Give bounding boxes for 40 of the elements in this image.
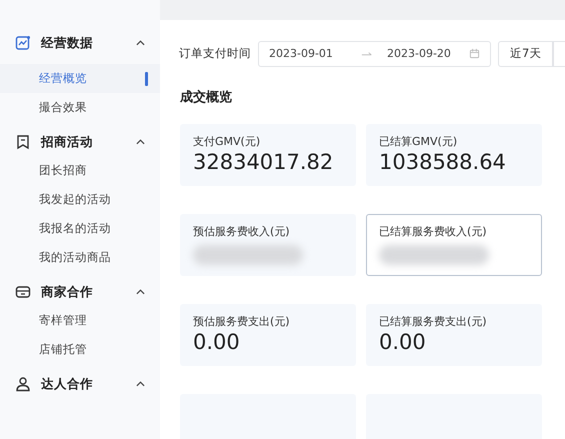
menu-item[interactable]: 寄样管理 <box>0 306 160 335</box>
section-title: 成交概览 <box>180 88 233 107</box>
menu-group-header[interactable]: 达人合作 <box>0 370 160 398</box>
menu-item[interactable]: 经营概览 <box>0 64 160 93</box>
menu-item[interactable]: 我发起的活动 <box>0 185 160 214</box>
stat-label: 已结算GMV(元) <box>379 134 458 149</box>
stat-label: 支付GMV(元) <box>193 134 262 149</box>
caret-icon <box>136 381 145 387</box>
menu-group-header[interactable]: 招商活动 <box>0 128 160 156</box>
bookmark-icon <box>15 134 31 150</box>
quick-range-button[interactable]: 近7天 <box>498 40 554 66</box>
stat-label: 已结算服务费收入(元) <box>379 224 488 239</box>
stat-value: 1038588.64 <box>379 150 507 174</box>
menu-item[interactable]: 团长招商 <box>0 156 160 185</box>
menu-item[interactable]: 我报名的活动 <box>0 214 160 243</box>
menu-item[interactable]: 我的活动商品 <box>0 243 160 272</box>
menu-group-title: 经营数据 <box>41 34 94 52</box>
stat-label: 已结算服务费支出(元) <box>379 314 488 329</box>
chart-icon <box>15 35 31 51</box>
stat-value: 0.00 <box>193 330 241 354</box>
menu-group-title: 商家合作 <box>41 284 94 300</box>
stat-value: 32834017.82 <box>193 150 334 174</box>
menu-group-header[interactable]: 商家合作 <box>0 278 160 306</box>
store-icon <box>15 284 31 300</box>
calendar-icon <box>469 48 480 59</box>
menu-item[interactable]: 店铺托管 <box>0 335 160 364</box>
stat-label: 预估服务费收入(元) <box>193 224 291 239</box>
arrow-icon <box>361 50 373 56</box>
menu-group-title: 招商活动 <box>41 134 94 150</box>
menu-group-title: 达人合作 <box>41 376 94 392</box>
date-range-field[interactable]: 2023-09-01 2023-09-20 <box>258 40 491 66</box>
menu-item[interactable]: 撮合效果 <box>0 93 160 122</box>
caret-icon <box>136 40 145 46</box>
filter-label: 订单支付时间 <box>179 46 251 61</box>
user-icon <box>15 376 31 392</box>
stat-label: 预估服务费支出(元) <box>193 314 291 329</box>
stat-value: 0.00 <box>379 330 427 354</box>
caret-icon <box>136 139 145 145</box>
caret-icon <box>136 289 145 295</box>
menu-group-header[interactable]: 经营数据 <box>0 29 160 57</box>
